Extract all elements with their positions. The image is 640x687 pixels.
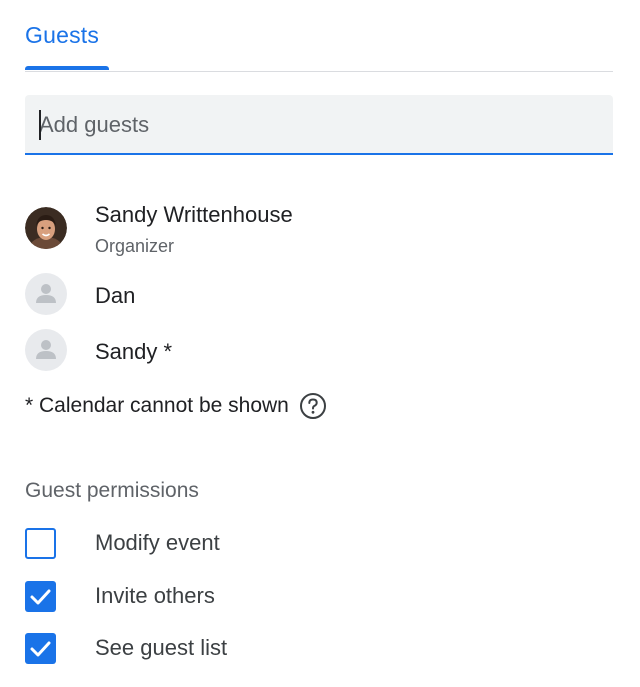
person-icon xyxy=(36,340,56,359)
permission-invite-others[interactable]: Invite others xyxy=(25,580,425,614)
person-icon xyxy=(36,284,56,303)
check-icon xyxy=(30,641,51,657)
tab-divider xyxy=(25,71,613,72)
add-guests-input[interactable] xyxy=(39,109,579,141)
modify-event-checkbox[interactable] xyxy=(25,528,56,559)
calendar-note: * Calendar cannot be shown xyxy=(25,392,327,420)
permission-label: Invite others xyxy=(95,583,215,608)
guest-item-dan[interactable]: Dan xyxy=(25,273,525,317)
profile-photo-icon xyxy=(25,207,67,249)
guests-panel: Guests Sandy Writtenhouse Organizer xyxy=(0,0,640,687)
guest-role: Organizer xyxy=(95,236,175,256)
guest-name: Sandy * xyxy=(95,339,173,364)
guest-item-sandy[interactable]: Sandy * xyxy=(25,329,525,373)
guest-permissions-heading: Guest permissions xyxy=(25,479,199,502)
avatar xyxy=(25,329,67,371)
guest-name: Dan xyxy=(95,283,136,308)
check-icon xyxy=(30,589,51,605)
calendar-note-text: * Calendar cannot be shown xyxy=(25,394,289,417)
invite-others-checkbox[interactable] xyxy=(25,581,56,612)
text-cursor xyxy=(39,110,41,140)
permission-modify-event[interactable]: Modify event xyxy=(25,527,425,561)
guest-item-sandy-writtenhouse[interactable]: Sandy Writtenhouse Organizer xyxy=(25,202,525,262)
add-guests-field[interactable] xyxy=(25,95,613,155)
permission-label: See guest list xyxy=(95,635,228,660)
see-guest-list-checkbox[interactable] xyxy=(25,633,56,664)
permission-see-guest-list[interactable]: See guest list xyxy=(25,632,425,666)
help-circle-icon[interactable] xyxy=(299,392,327,420)
avatar xyxy=(25,273,67,315)
tab-active-indicator xyxy=(25,66,109,70)
avatar xyxy=(25,207,67,249)
permission-label: Modify event xyxy=(95,530,220,555)
tab-guests[interactable]: Guests xyxy=(25,22,99,49)
guest-name: Sandy Writtenhouse xyxy=(95,202,293,227)
